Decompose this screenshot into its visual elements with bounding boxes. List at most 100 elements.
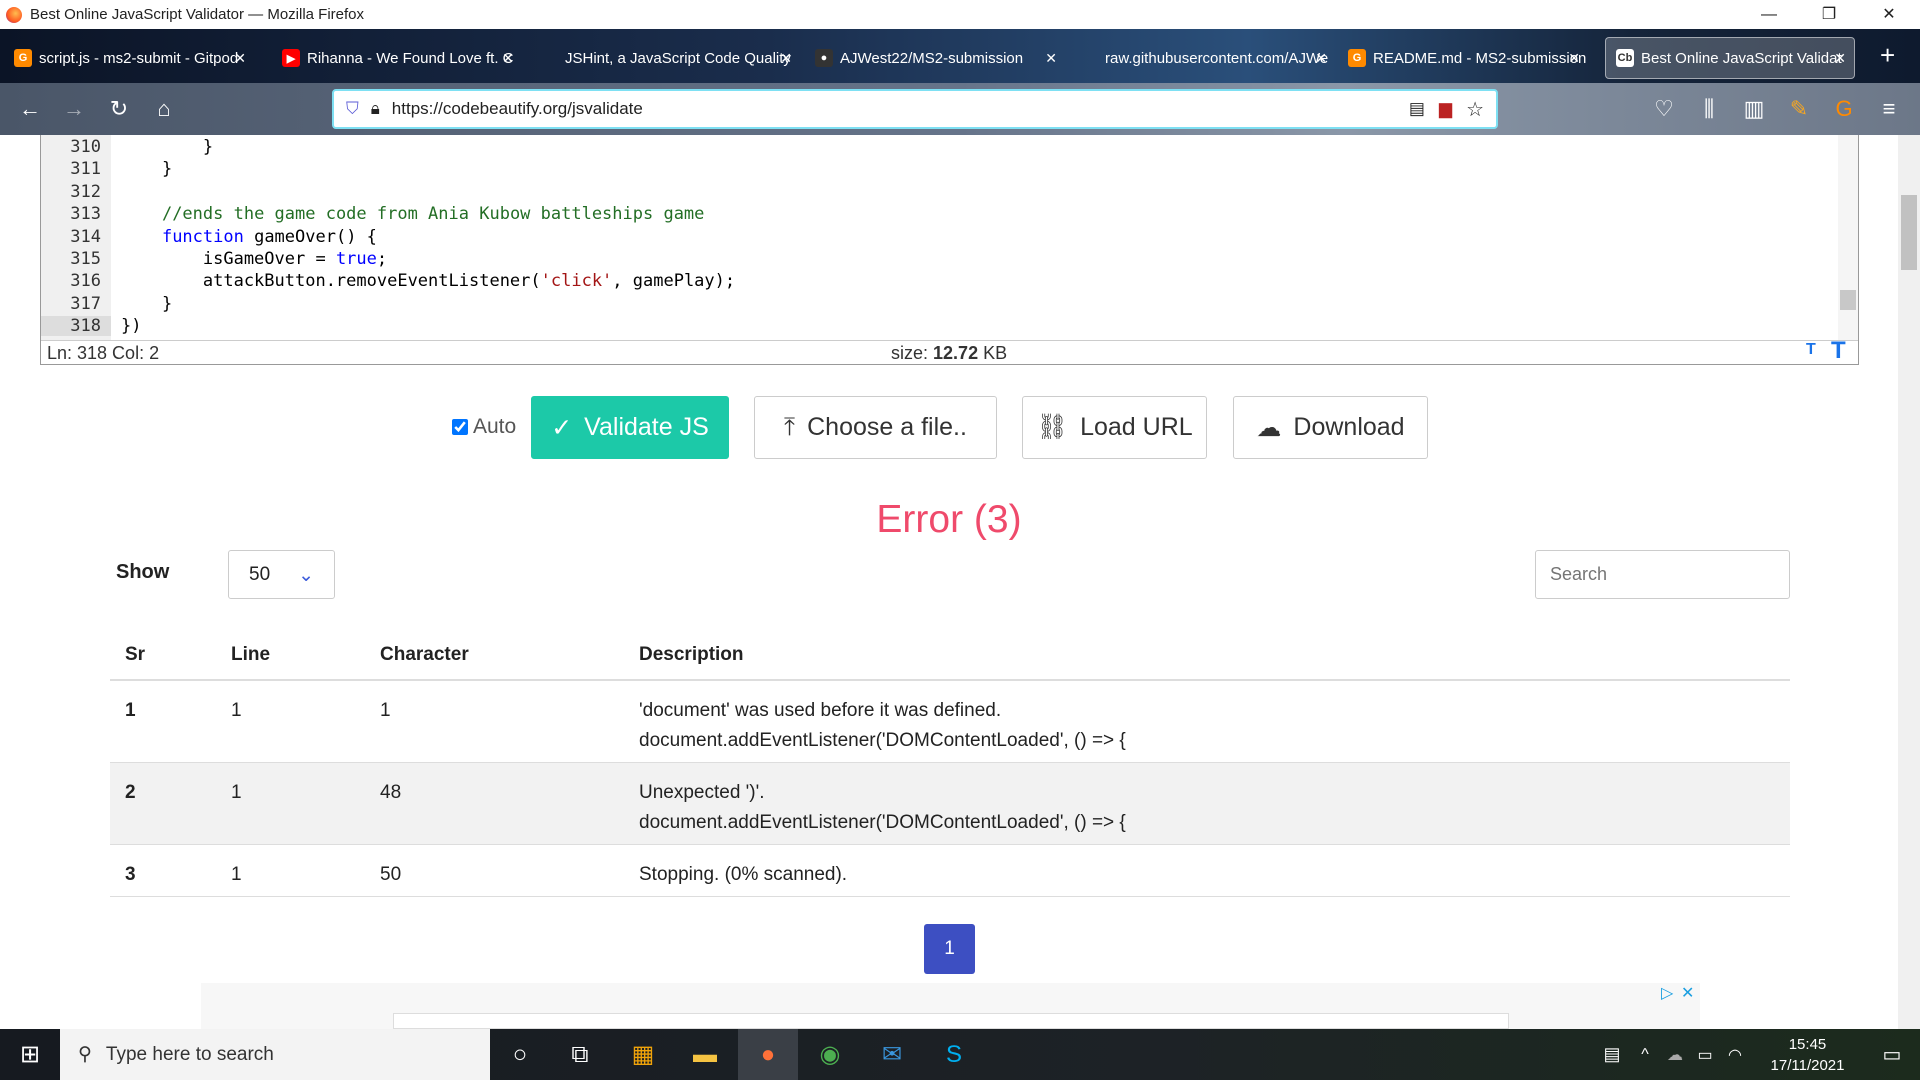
youtube-icon: ▶ xyxy=(282,49,300,67)
close-window-button[interactable]: ✕ xyxy=(1860,0,1918,29)
back-icon[interactable]: ← xyxy=(16,95,44,123)
line-number: 311 xyxy=(70,159,101,180)
code-line[interactable]: isGameOver = true; xyxy=(121,249,387,269)
browser-tab[interactable]: ● AJWest22/MS2-submission ✕ xyxy=(805,37,1065,79)
bookmark-star-icon[interactable]: ☆ xyxy=(1466,97,1484,122)
firefox-taskbar-icon[interactable]: ● xyxy=(738,1029,798,1080)
code-line[interactable]: }) xyxy=(121,316,141,336)
gitpod-extension-icon[interactable]: G xyxy=(1830,95,1858,123)
line-number: 310 xyxy=(70,137,101,157)
tracking-shield-icon[interactable]: ⛉ xyxy=(346,99,359,119)
new-tab-button[interactable]: + xyxy=(1880,40,1895,71)
page-size-select[interactable]: 50 ⌄ xyxy=(228,550,335,599)
tab-close-icon[interactable]: ✕ xyxy=(1315,50,1327,67)
tray-chevron-icon[interactable]: ^ xyxy=(1630,1029,1660,1080)
code-editor[interactable]: 310 } 311 } 312 313 //ends the game code fr… xyxy=(40,135,1859,365)
battery-icon[interactable]: ▭ xyxy=(1690,1029,1720,1080)
extension-icon[interactable]: ✎ xyxy=(1785,95,1813,123)
ad-close-icon[interactable]: ✕ xyxy=(1681,983,1694,1003)
code-line[interactable]: //ends the game code from Ania Kubow bat… xyxy=(121,204,704,224)
font-increase-icon[interactable]: T xyxy=(1831,337,1846,365)
mail-icon[interactable]: ✉ xyxy=(862,1029,922,1080)
cell-line: 1 xyxy=(216,680,365,763)
tab-close-icon[interactable]: ✕ xyxy=(1045,50,1057,67)
start-button[interactable]: ⊞ xyxy=(0,1029,60,1080)
browser-tab[interactable]: ▶ Rihanna - We Found Love ft. C ✕ xyxy=(272,37,522,79)
chrome-icon[interactable]: ◉ xyxy=(800,1029,860,1080)
flag-icon[interactable]: ▆ xyxy=(1439,99,1452,119)
home-icon[interactable]: ⌂ xyxy=(150,95,178,123)
tab-close-icon[interactable]: ✕ xyxy=(780,50,792,67)
validate-js-button[interactable]: ✓ Validate JS xyxy=(531,396,729,459)
sidebar-icon[interactable]: ▥ xyxy=(1740,95,1768,123)
line-number: 318 xyxy=(41,316,111,337)
tab-close-icon[interactable]: ✕ xyxy=(502,50,514,67)
tab-close-icon[interactable]: ✕ xyxy=(234,50,246,67)
lock-icon[interactable]: 🔒︎ xyxy=(371,99,380,119)
cell-line: 1 xyxy=(216,762,365,845)
adchoices-icon[interactable]: ▷ xyxy=(1661,983,1673,1003)
title-bar: Best Online JavaScript Validator — Mozil… xyxy=(0,0,1920,29)
library-icon[interactable]: ⫼ xyxy=(1695,95,1723,123)
choose-file-button[interactable]: ⤒ Choose a file.. xyxy=(754,396,997,459)
pocket-icon[interactable]: ♡ xyxy=(1650,95,1678,123)
maximize-button[interactable]: ❐ xyxy=(1800,0,1858,29)
minimize-button[interactable]: — xyxy=(1740,0,1798,29)
browser-tab[interactable]: G README.md - MS2-submission ✕ xyxy=(1338,37,1588,79)
menu-icon[interactable]: ≡ xyxy=(1875,95,1903,123)
code-line[interactable]: } xyxy=(121,294,172,314)
code-line[interactable]: function gameOver() { xyxy=(121,227,377,247)
browser-tab[interactable]: Gscript.js - ms2-submit - Gitpod ✕ xyxy=(4,37,254,79)
clock[interactable]: 15:45 17/11/2021 xyxy=(1755,1034,1860,1076)
page-scrollbar[interactable] xyxy=(1898,135,1920,1029)
cell-character: 1 xyxy=(365,680,624,763)
taskbar-search[interactable]: ⚲ Type here to search xyxy=(60,1029,490,1080)
show-label: Show xyxy=(116,561,170,583)
table-row: 2 1 48 Unexpected ')'. document.addEventList… xyxy=(110,762,1790,845)
code-line[interactable]: attackButton.removeEventListener('click'… xyxy=(121,271,735,291)
cell-character: 48 xyxy=(365,762,624,845)
file-explorer-icon[interactable]: ▬ xyxy=(675,1029,735,1080)
auto-checkbox[interactable]: Auto xyxy=(452,415,516,439)
url-text[interactable]: https://codebeautify.org/jsvalidate xyxy=(392,99,643,119)
download-button[interactable]: ☁ Download xyxy=(1233,396,1428,459)
page-1-button[interactable]: 1 xyxy=(924,924,975,974)
onedrive-icon[interactable]: ☁ xyxy=(1660,1029,1690,1080)
tab-label: AJWest22/MS2-submission xyxy=(840,49,1024,67)
code-line[interactable]: } xyxy=(121,137,213,157)
cursor-position: Ln: 318 Col: 2 xyxy=(47,343,160,363)
store-icon[interactable]: ▦ xyxy=(613,1029,673,1080)
reader-view-icon[interactable]: ▤ xyxy=(1409,99,1425,119)
link-icon: ⛓ xyxy=(1036,413,1069,441)
wifi-icon[interactable]: ◠ xyxy=(1720,1029,1750,1080)
search-input[interactable] xyxy=(1535,550,1790,599)
line-number: 312 xyxy=(70,181,101,202)
code-line[interactable]: } xyxy=(121,159,172,179)
url-bar[interactable]: ⛉ 🔒︎ https://codebeautify.org/jsvalidate… xyxy=(332,89,1498,129)
cell-character: 50 xyxy=(365,844,624,897)
tab-label: README.md - MS2-submission xyxy=(1373,49,1587,67)
cloud-download-icon: ☁ xyxy=(1256,413,1282,442)
tab-close-icon[interactable]: ✕ xyxy=(1568,50,1580,67)
browser-tab[interactable]: JSHint, a JavaScript Code Quality ✕ xyxy=(530,37,800,79)
cortana-icon[interactable]: ○ xyxy=(490,1029,550,1080)
table-row: 1 1 1'document' was used before it was def… xyxy=(110,680,1790,763)
tab-label: Best Online JavaScript Validat xyxy=(1641,49,1842,67)
browser-tab[interactable]: raw.githubusercontent.com/AJWe ✕ xyxy=(1070,37,1335,79)
jshint-icon xyxy=(540,49,558,67)
reload-icon[interactable]: ↻ xyxy=(105,95,133,123)
browser-tab[interactable]: Cb Best Online JavaScript Validat ✕ xyxy=(1605,37,1855,79)
forward-icon[interactable]: → xyxy=(60,95,88,123)
cell-description: 'document' was used before it was define… xyxy=(624,680,1790,763)
tab-close-icon[interactable]: ✕ xyxy=(1834,50,1846,67)
line-number: 317 xyxy=(70,293,101,314)
load-url-button[interactable]: ⛓ Load URL xyxy=(1022,396,1207,459)
notifications-icon[interactable]: ▭ xyxy=(1862,1029,1920,1080)
skype-icon[interactable]: S xyxy=(924,1029,984,1080)
font-decrease-icon[interactable]: T xyxy=(1806,341,1816,359)
gitpod-icon: G xyxy=(1348,49,1366,67)
cell-description: Unexpected ')'. document.addEventListener… xyxy=(624,762,1790,845)
task-view-icon[interactable]: ⧉ xyxy=(550,1029,610,1080)
editor-scrollbar[interactable] xyxy=(1838,135,1858,340)
auto-checkbox-input[interactable] xyxy=(452,419,468,435)
